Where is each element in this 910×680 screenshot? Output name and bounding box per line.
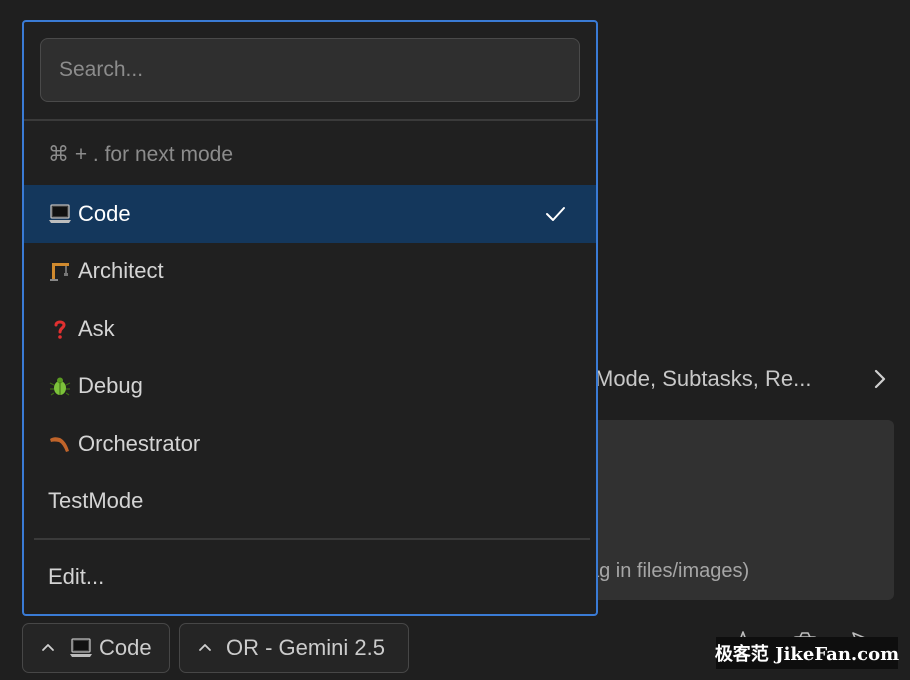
- mode-item-label: Orchestrator: [78, 430, 201, 456]
- watermark: 极客范 JikeFan.com: [715, 637, 899, 669]
- checkmark-icon: [546, 207, 565, 221]
- question-mark-icon: [48, 318, 78, 340]
- mode-item-label: Architect: [78, 258, 164, 284]
- mode-item-label: TestMode: [48, 488, 144, 514]
- divider: [34, 538, 590, 540]
- mode-item-label: Ask: [78, 315, 115, 341]
- chevron-up-icon: [199, 644, 211, 651]
- mode-item-code[interactable]: Code: [24, 185, 596, 243]
- boomerang-icon: [48, 433, 78, 455]
- divider: [24, 119, 596, 121]
- model-selector-button[interactable]: OR - Gemini 2.5: [179, 623, 409, 673]
- mode-list: Code Architect Ask Debug Orchestrator Te…: [24, 185, 596, 530]
- search-input[interactable]: [41, 39, 579, 101]
- mode-item-architect[interactable]: Architect: [24, 243, 596, 301]
- construction-crane-icon: [48, 260, 78, 282]
- mode-dropdown: ⌘ + . for next mode Code: [22, 20, 598, 616]
- mode-item-label: Debug: [78, 373, 143, 399]
- chevron-up-icon: [42, 644, 54, 651]
- chevron-right-icon: [874, 369, 886, 389]
- next-mode-hint: ⌘ + . for next mode: [48, 143, 234, 166]
- edit-modes-button[interactable]: Edit...: [48, 564, 104, 590]
- chat-input-placeholder: ag in files/images): [588, 560, 750, 582]
- mode-item-label: Code: [78, 200, 131, 226]
- mode-selector-label: Code: [99, 635, 152, 660]
- laptop-icon: [48, 203, 78, 225]
- settings-row-label: Mode, Subtasks, Re...: [595, 366, 812, 391]
- model-selector-label: OR - Gemini 2.5: [226, 635, 385, 660]
- settings-row[interactable]: Mode, Subtasks, Re...: [595, 362, 895, 396]
- mode-item-debug[interactable]: Debug: [24, 358, 596, 416]
- search-field[interactable]: [40, 38, 580, 102]
- mode-item-testmode[interactable]: TestMode: [24, 473, 596, 531]
- laptop-icon: [69, 637, 93, 659]
- mode-selector-button[interactable]: Code: [22, 623, 170, 673]
- mode-item-ask[interactable]: Ask: [24, 300, 596, 358]
- mode-item-orchestrator[interactable]: Orchestrator: [24, 415, 596, 473]
- bug-icon: [48, 375, 78, 397]
